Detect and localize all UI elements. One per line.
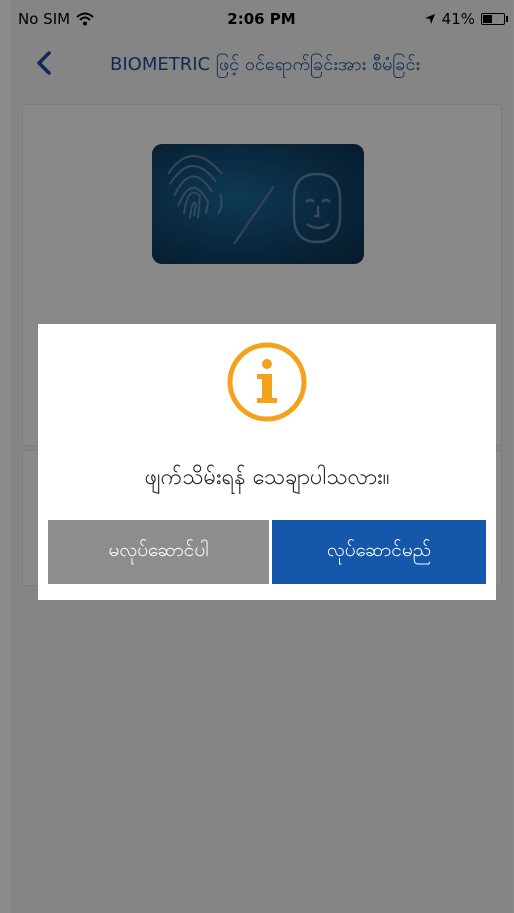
- confirm-button[interactable]: လုပ်ဆောင်မည်: [272, 520, 486, 584]
- info-icon: [227, 342, 307, 422]
- dialog-message: ဖျက်သိမ်းရန် သေချာပါသလား။: [144, 465, 390, 490]
- cancel-button[interactable]: မလုပ်ဆောင်ပါ: [48, 520, 269, 584]
- confirm-dialog: ဖျက်သိမ်းရန် သေချာပါသလား။ မလုပ်ဆောင်ပါ လ…: [38, 324, 496, 600]
